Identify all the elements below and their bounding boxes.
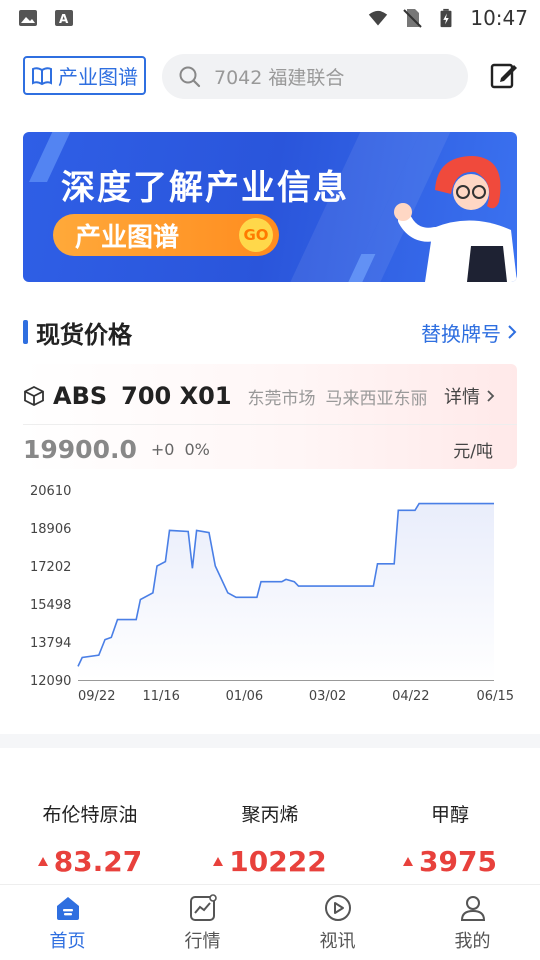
banner-cta[interactable]: 产业图谱 GO — [53, 214, 279, 256]
up-arrow-icon — [37, 857, 48, 866]
tab-video[interactable]: 视讯 — [270, 885, 405, 960]
banner-cta-label: 产业图谱 — [75, 222, 180, 253]
x-tick-label: 01/06 — [226, 689, 263, 704]
price-unit: 元/吨 — [453, 441, 493, 462]
y-tick-label: 15498 — [30, 598, 71, 613]
price-card[interactable]: ABS 700 X01 东莞市场 马来西亚东丽 详情 19900.0 +0 0%… — [23, 364, 517, 469]
tab-label: 我的 — [454, 931, 491, 952]
industry-map-button[interactable]: 产业图谱 — [23, 56, 146, 95]
commodity-name: 甲醇 — [430, 804, 469, 826]
search-input[interactable]: 7042 福建联合 — [162, 54, 468, 99]
commodity-name: 布伦特原油 — [42, 804, 138, 826]
wifi-icon — [369, 10, 388, 26]
x-tick-label: 11/16 — [142, 689, 179, 704]
gallery-notification-icon — [19, 10, 37, 26]
price-change-percent: 0% — [184, 439, 210, 459]
font-notification-icon: A — [55, 10, 73, 26]
tab-label: 视讯 — [319, 931, 356, 952]
edit-icon[interactable] — [490, 61, 518, 89]
switch-grade-label: 替换牌号 — [421, 321, 501, 346]
y-tick-label: 12090 — [30, 674, 71, 689]
tab-label: 行情 — [184, 931, 221, 952]
chevron-right-icon — [508, 325, 517, 339]
promo-banner[interactable]: 深度了解产业信息 产业图谱 GO — [23, 132, 517, 282]
battery-charging-icon — [440, 8, 452, 28]
commodity-strip: 布伦特原油 83.27 聚丙烯 10222 甲醇 3975 — [0, 800, 540, 890]
y-tick-label: 18906 — [30, 522, 71, 537]
book-icon — [32, 66, 52, 85]
bottom-tab-bar: 首页 行情 视讯 我的 — [0, 884, 540, 960]
switch-grade-link[interactable]: 替换牌号 — [421, 318, 517, 347]
product-origin: 马来西亚东丽 — [325, 388, 428, 409]
industry-map-label: 产业图谱 — [58, 65, 138, 89]
up-arrow-icon — [213, 857, 224, 866]
svg-text:A: A — [59, 12, 69, 26]
tab-label: 首页 — [49, 931, 86, 952]
go-badge: GO — [239, 218, 273, 252]
product-model: 700 X01 — [121, 382, 232, 410]
search-placeholder: 7042 福建联合 — [214, 67, 345, 89]
card-divider — [23, 424, 517, 425]
top-header: 产业图谱 7042 福建联合 — [0, 52, 540, 102]
price-chart-svg: 20610 18906 17202 15498 13794 12090 09/22 11/16… — [30, 484, 514, 704]
product-market: 东莞市场 — [247, 388, 316, 409]
cube-icon — [24, 385, 44, 407]
detail-link[interactable]: 详情 — [444, 383, 495, 409]
price-chart[interactable]: 20610 18906 17202 15498 13794 12090 09/22 11/16… — [0, 478, 540, 708]
tab-profile[interactable]: 我的 — [405, 885, 540, 960]
video-play-icon — [324, 895, 351, 921]
commodity-item[interactable]: 布伦特原油 83.27 — [0, 800, 180, 890]
up-arrow-icon — [403, 857, 414, 866]
commodity-item[interactable]: 甲醇 3975 — [360, 800, 540, 890]
chevron-right-icon — [487, 390, 495, 402]
y-tick-label: 20610 — [30, 484, 71, 499]
woman-illustration-icon — [394, 156, 517, 282]
spot-price-section-header: 现货价格 替换牌号 — [23, 312, 517, 352]
search-icon — [179, 66, 201, 87]
status-time: 10:47 — [470, 6, 528, 30]
section-title: 现货价格 — [36, 320, 132, 349]
tab-home[interactable]: 首页 — [0, 885, 135, 960]
detail-label: 详情 — [444, 387, 480, 408]
x-tick-label: 03/02 — [309, 689, 346, 704]
commodity-item[interactable]: 聚丙烯 10222 — [180, 800, 360, 890]
commodity-name: 聚丙烯 — [241, 804, 299, 826]
x-tick-label: 04/22 — [392, 689, 429, 704]
no-sim-icon — [403, 9, 423, 28]
x-tick-label: 06/15 — [477, 689, 514, 704]
tab-market[interactable]: 行情 — [135, 885, 270, 960]
commodity-value: 3975 — [419, 845, 497, 878]
home-icon — [56, 897, 79, 920]
banner-headline: 深度了解产业信息 — [61, 168, 349, 208]
y-tick-label: 17202 — [30, 560, 71, 575]
commodity-value: 83.27 — [53, 845, 143, 878]
user-icon — [460, 896, 485, 921]
current-price: 19900.0 — [23, 434, 137, 464]
section-accent-bar — [23, 320, 28, 344]
commodity-value: 10222 — [229, 845, 327, 878]
y-tick-label: 13794 — [30, 636, 71, 651]
product-name: ABS — [53, 382, 108, 410]
series-area — [78, 503, 494, 680]
status-bar: A 10:47 — [0, 0, 540, 36]
x-tick-label: 09/22 — [78, 689, 115, 704]
market-chart-icon — [189, 894, 217, 921]
price-change: +0 — [150, 439, 175, 459]
section-separator — [0, 734, 540, 748]
